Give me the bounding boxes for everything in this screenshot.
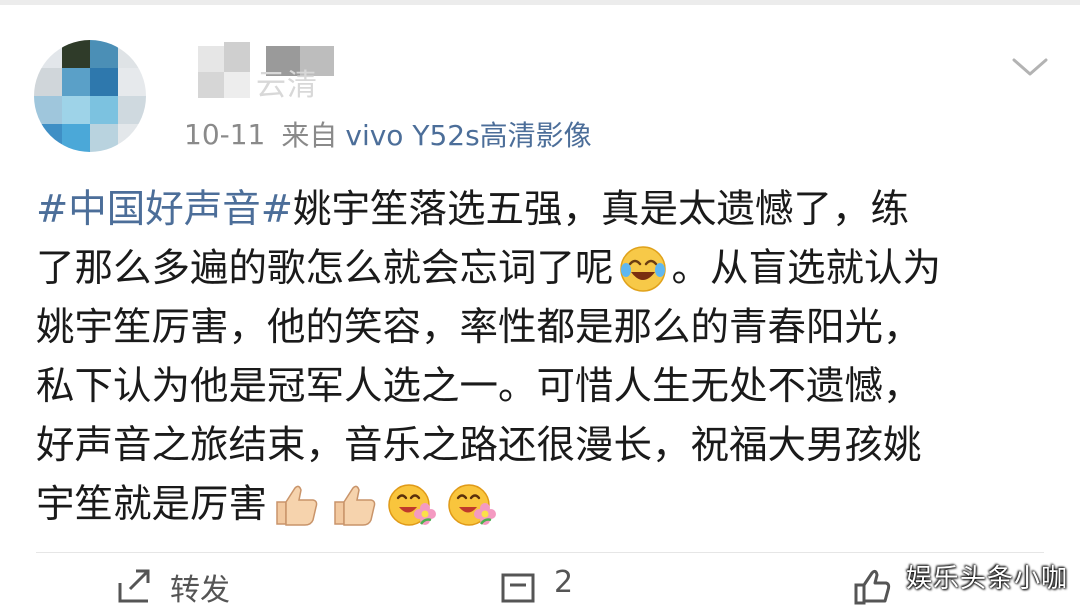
comment-icon xyxy=(501,573,535,603)
content-text: 了那么多遍的歌怎么就会忘词了呢 xyxy=(36,246,614,291)
content-text: 姚宇笙落选五强，真是太遗憾了，练 xyxy=(293,187,910,232)
thumbs-up-emoji xyxy=(334,485,376,526)
like-button[interactable] xyxy=(852,565,908,605)
content-text: 姚宇笙厉害，他的笑容，率性都是那么的青春阳光， xyxy=(36,305,922,350)
content-line: 好声音之旅结束，音乐之路还很漫长，祝福大男孩姚 xyxy=(36,416,1046,475)
content-text: 。从盲选就认为 xyxy=(671,246,942,291)
content-text: 好声音之旅结束，音乐之路还很漫长，祝福大男孩姚 xyxy=(36,423,922,468)
hashtag-link[interactable]: #中国好声音# xyxy=(36,180,293,239)
post-meta: 10-11 来自 vivo Y52s高清影像 xyxy=(184,114,592,154)
content-line: 私下认为他是冠军人选之一。可惜人生无处不遗憾， xyxy=(36,357,1046,416)
thumbs-up-emoji xyxy=(276,485,318,526)
content-text: 私下认为他是冠军人选之一。可惜人生无处不遗憾， xyxy=(36,364,922,409)
content-line: #中国好声音# 姚宇笙落选五强，真是太遗憾了，练 xyxy=(36,180,1046,239)
action-divider xyxy=(36,552,1044,553)
chevron-down-icon[interactable] xyxy=(1010,52,1050,82)
flower-face-emoji xyxy=(448,483,497,526)
watermark: 娱乐头条小咖 xyxy=(906,564,1069,594)
top-divider xyxy=(0,0,1080,5)
content-line: 了那么多遍的歌怎么就会忘词了呢 。从盲选就认为 xyxy=(36,239,1046,298)
avatar[interactable] xyxy=(34,40,146,152)
comment-button[interactable]: 2 xyxy=(500,565,573,605)
comment-count: 2 xyxy=(554,565,574,600)
repost-button[interactable]: 转发 xyxy=(116,565,230,609)
like-icon xyxy=(854,569,891,605)
flower-face-emoji xyxy=(388,483,437,526)
content-line: 姚宇笙厉害，他的笑容，率性都是那么的青春阳光， xyxy=(36,298,1046,357)
username: 云清 xyxy=(256,68,318,103)
repost-label: 转发 xyxy=(170,573,230,608)
content-line: 宇笙就是厉害 xyxy=(36,475,1046,534)
repost-icon xyxy=(118,569,150,603)
post-source-link[interactable]: vivo Y52s高清影像 xyxy=(345,114,591,154)
post-time: 10-11 xyxy=(184,117,266,151)
post-content: #中国好声音# 姚宇笙落选五强，真是太遗憾了，练 了那么多遍的歌怎么就会忘词了呢… xyxy=(36,180,1046,534)
content-text: 宇笙就是厉害 xyxy=(36,482,268,527)
laugh-cry-emoji xyxy=(619,245,666,292)
source-prefix: 来自 xyxy=(281,119,338,152)
